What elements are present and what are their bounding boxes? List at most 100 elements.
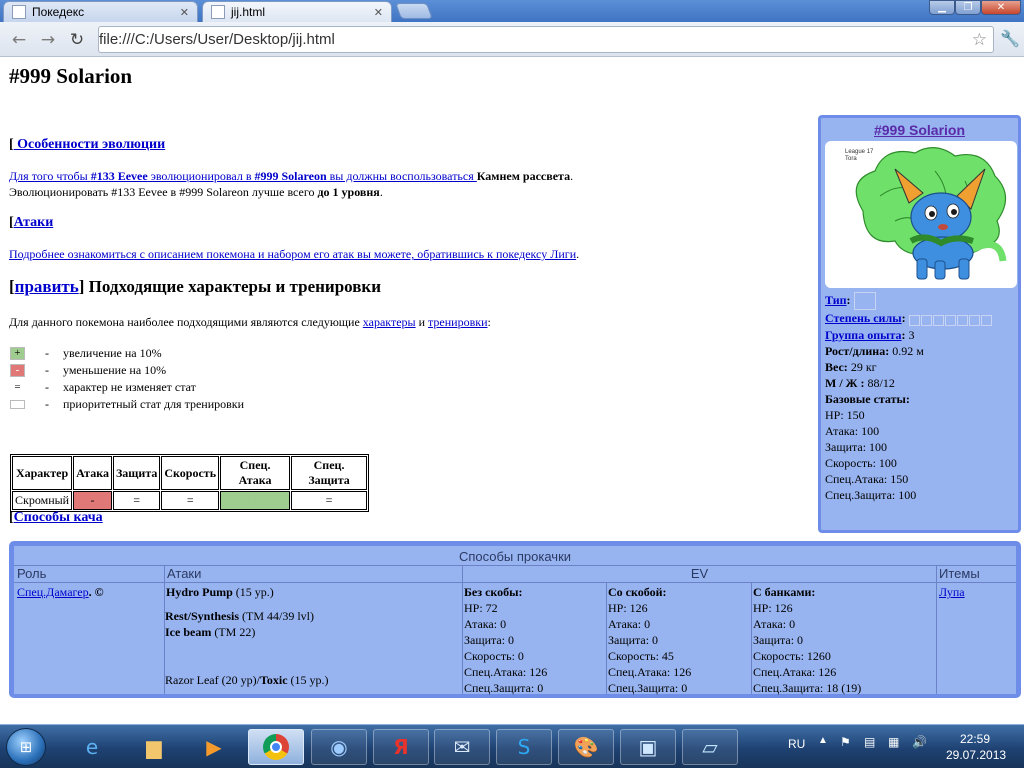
header-attacks: Атаки bbox=[167, 566, 202, 581]
reload-icon[interactable]: ↻ bbox=[66, 29, 88, 51]
flag-icon[interactable]: ⚑ bbox=[840, 735, 851, 749]
base-stat: Скорость: 100 bbox=[825, 456, 897, 470]
power-icon bbox=[908, 311, 993, 327]
role-link[interactable]: Спец.Дамагер bbox=[17, 585, 89, 599]
evolution-item: Камнем рассвета bbox=[476, 169, 571, 183]
toolbar: ← → ↻ file:///C:/Users/User/Desktop/jij.… bbox=[0, 22, 1024, 100]
legend-swatch: + bbox=[10, 346, 25, 360]
exp-group-link[interactable]: Группа опыта bbox=[825, 328, 902, 342]
edit-link[interactable]: править bbox=[15, 277, 79, 296]
back-icon[interactable]: ← bbox=[8, 29, 30, 51]
legend-text: приоритетный стат для тренировки bbox=[63, 396, 245, 411]
tab-pokedex[interactable]: Покедекс ✕ bbox=[3, 1, 198, 22]
address-bar[interactable]: file:///C:/Users/User/Desktop/jij.html ☆ bbox=[98, 26, 994, 100]
attacks-link[interactable]: Атаки bbox=[14, 215, 54, 230]
legend-text: увеличение на 10% bbox=[63, 345, 162, 360]
pokemon-infobox: #999 Solarion League 17 Tora Тип: Степен… bbox=[818, 115, 1021, 533]
height-row: Рост/длина: 0.92 м bbox=[825, 344, 924, 358]
legend-text: уменьшение на 10% bbox=[63, 362, 167, 377]
attack-3: Ice beam (TM 22) bbox=[165, 625, 256, 639]
new-tab-button[interactable] bbox=[395, 3, 433, 19]
infobox-title-link[interactable]: #999 Solarion bbox=[874, 122, 965, 138]
maximize-button[interactable]: ❐ bbox=[955, 0, 981, 15]
show-hidden-icons-icon[interactable]: ▲ bbox=[818, 735, 828, 746]
table-header-row: Характер Атака Защита Скорость Спец. Ата… bbox=[12, 456, 368, 490]
skype-icon[interactable]: S bbox=[496, 729, 552, 765]
forward-icon[interactable]: → bbox=[37, 29, 59, 51]
role-cell: Спец.Дамагер. © bbox=[17, 585, 104, 599]
trainings-link[interactable]: тренировки bbox=[428, 315, 487, 329]
natures-link[interactable]: характеры bbox=[363, 315, 416, 329]
close-window-button[interactable]: ✕ bbox=[981, 0, 1021, 15]
attacks-text: Подробнее ознакомиться с описанием покем… bbox=[9, 247, 580, 261]
power-link[interactable]: Степень силы bbox=[825, 311, 902, 325]
device-icon[interactable]: ▤ bbox=[864, 735, 875, 749]
weight-row: Вес: 29 кг bbox=[825, 360, 877, 374]
league-pokedex-link[interactable]: Подробнее ознакомиться с описанием покем… bbox=[9, 247, 576, 261]
ev-column-no-brace: Без скобы: HP: 72 Атака: 0 Защита: 0 Ско… bbox=[464, 585, 548, 695]
natures-intro: Для данного покемона наиболее подходящим… bbox=[9, 315, 491, 329]
minimize-button[interactable]: ▁ bbox=[929, 0, 955, 15]
leveling-heading: [Способы кача bbox=[9, 510, 103, 525]
attack-2: Rest/Synthesis (TM 44/39 lvl) bbox=[165, 609, 315, 623]
header-role: Роль bbox=[17, 566, 47, 581]
notebook-icon[interactable]: ▱ bbox=[682, 729, 738, 765]
ie-icon[interactable]: e bbox=[64, 729, 120, 765]
item-link[interactable]: Лупа bbox=[939, 585, 965, 599]
item-cell: Лупа bbox=[939, 584, 965, 600]
page-content: #999 Solarion [ Особенности эволюции Для… bbox=[0, 58, 1024, 724]
clock[interactable]: 22:59 29.07.2013 bbox=[946, 731, 1006, 763]
image-caption: League 17 bbox=[845, 149, 874, 155]
table-row: Скромный - = = +++ = bbox=[12, 491, 368, 510]
mail-icon[interactable]: ✉ bbox=[434, 729, 490, 765]
close-icon[interactable]: ✕ bbox=[180, 6, 189, 19]
tab-jij[interactable]: jij.html ✕ bbox=[202, 1, 392, 22]
bookmark-star-icon[interactable]: ☆ bbox=[972, 30, 987, 50]
attacks-heading: [Атаки bbox=[9, 215, 54, 230]
folder-icon[interactable]: ▆ bbox=[126, 729, 182, 765]
base-stats-label: Базовые статы: bbox=[825, 392, 910, 406]
yandex-icon[interactable]: Я bbox=[373, 729, 429, 765]
evolution-heading: [ Особенности эволюции bbox=[9, 137, 166, 152]
type-link[interactable]: Тип bbox=[825, 293, 847, 307]
url-text: file:///C:/Users/User/Desktop/jij.html bbox=[99, 31, 335, 48]
power-row: Степень силы: bbox=[825, 310, 993, 326]
media-player-icon[interactable]: ▶ bbox=[186, 729, 242, 765]
language-indicator[interactable]: RU bbox=[788, 737, 805, 751]
legend-text: характер не изменяет стат bbox=[63, 379, 196, 394]
natures-heading: [править] Подходящие характеры и трениро… bbox=[9, 277, 382, 296]
chrome-icon[interactable] bbox=[248, 729, 304, 765]
wrench-icon[interactable]: 🔧 bbox=[1000, 29, 1020, 48]
attack-4: Razor Leaf (20 ур)/Toxic (15 ур.) bbox=[165, 673, 329, 687]
page-title: #999 Solarion bbox=[9, 64, 133, 88]
base-stat: HP: 150 bbox=[825, 408, 865, 422]
base-stat: Защита: 100 bbox=[825, 440, 888, 454]
evolution-info-link[interactable]: Для того чтобы #133 Eevee эволюционирова… bbox=[9, 169, 477, 183]
network-icon[interactable]: ▦ bbox=[888, 735, 899, 749]
legend-row-plus: + - увеличение на 10% bbox=[10, 346, 162, 360]
clock-time: 22:59 bbox=[959, 732, 991, 746]
paint-icon[interactable]: 🎨 bbox=[558, 729, 614, 765]
header-ev: EV bbox=[690, 566, 709, 581]
type-icon bbox=[853, 292, 876, 311]
tab-label: Покедекс bbox=[32, 5, 85, 19]
base-stat: Спец.Атака: 150 bbox=[825, 472, 909, 486]
tab-strip: Покедекс ✕ jij.html ✕ ▁ ❐ ✕ bbox=[0, 0, 1024, 22]
image-caption: Tora bbox=[845, 156, 857, 162]
photo-viewer-icon[interactable]: ▣ bbox=[620, 729, 676, 765]
evolution-link[interactable]: Особенности эволюции bbox=[14, 137, 165, 152]
evolution-text: Для того чтобы #133 Eevee эволюционирова… bbox=[9, 169, 574, 199]
legend-swatch: - bbox=[10, 363, 25, 377]
start-button[interactable]: ⊞ bbox=[6, 728, 46, 766]
base-stat: Атака: 100 bbox=[825, 424, 880, 438]
page-icon bbox=[12, 5, 26, 19]
training-caption: Способы прокачки bbox=[458, 549, 572, 564]
leveling-link[interactable]: Способы кача bbox=[14, 510, 103, 525]
legend-row-minus: - - уменьшение на 10% bbox=[10, 363, 166, 377]
close-icon[interactable]: ✕ bbox=[374, 6, 383, 19]
qip-icon[interactable]: ◉ bbox=[311, 729, 367, 765]
base-stat: Спец.Защита: 100 bbox=[825, 488, 917, 502]
ev-column-brace: Со скобой: HP: 126 Атака: 0 Защита: 0 Ск… bbox=[608, 585, 692, 695]
volume-icon[interactable]: 🔊 bbox=[912, 735, 927, 749]
tab-label: jij.html bbox=[231, 5, 266, 19]
